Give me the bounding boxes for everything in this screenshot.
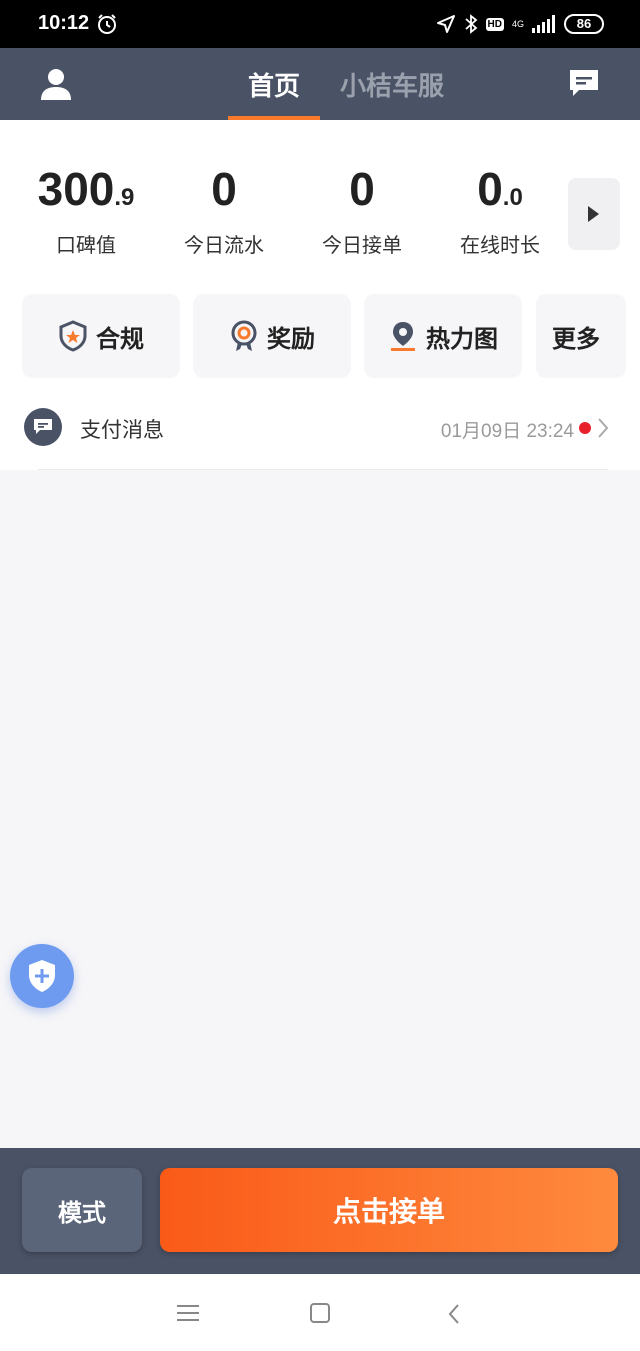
status-icons: HD 4G 86 — [436, 12, 604, 36]
stat-label: 口碑值 — [56, 233, 116, 257]
unread-dot — [579, 422, 591, 434]
bluetooth-icon — [464, 14, 477, 34]
stat-value: 0 — [349, 163, 375, 215]
tab-home[interactable]: 首页 — [248, 66, 300, 103]
chevron-right-icon — [598, 418, 609, 438]
play-arrow-icon — [588, 206, 599, 222]
battery-icon: 86 — [564, 14, 604, 34]
stats-panel: 300.9 口碑值 0 今日流水 0 今日接单 0.0 在线时长 — [0, 120, 640, 276]
message-bubble-icon — [34, 419, 52, 434]
tab-car-service[interactable]: 小桔车服 — [340, 66, 444, 103]
back-chevron-icon[interactable] — [447, 1302, 461, 1326]
action-label: 合规 — [96, 324, 144, 353]
stat-value: 0.0 — [477, 163, 523, 215]
alarm-icon — [98, 14, 116, 34]
safety-shield-button[interactable] — [10, 944, 74, 1008]
stat-value: 0 — [211, 163, 237, 215]
message-time: 01月09日 23:24 — [440, 421, 574, 442]
stat-today-income[interactable]: 0 今日流水 — [164, 162, 284, 258]
accept-order-button[interactable]: 点击接单 — [160, 1168, 618, 1252]
stat-reputation[interactable]: 300.9 口碑值 — [26, 162, 146, 258]
system-nav-bar — [0, 1274, 640, 1351]
hd-voice-icon: HD — [485, 17, 504, 31]
app-header: 首页 小桔车服 — [0, 48, 640, 120]
stat-online-time[interactable]: 0.0 在线时长 — [440, 162, 560, 258]
action-label: 奖励 — [267, 324, 315, 353]
network-type: 4G — [511, 18, 524, 29]
shield-plus-icon — [29, 960, 55, 992]
stat-today-orders[interactable]: 0 今日接单 — [302, 162, 422, 258]
menu-icon[interactable] — [177, 1304, 199, 1322]
action-label: 热力图 — [426, 324, 498, 353]
location-pin-icon — [391, 322, 415, 351]
action-rewards[interactable]: 奖励 — [193, 294, 351, 378]
chat-message-icon[interactable] — [567, 66, 601, 100]
message-title: 支付消息 — [80, 418, 164, 442]
stat-label: 今日接单 — [322, 233, 402, 257]
user-profile-icon[interactable] — [38, 66, 74, 102]
bottom-action-bar: 模式 点击接单 — [0, 1148, 640, 1274]
stat-label: 今日流水 — [184, 233, 264, 257]
message-avatar — [24, 408, 62, 446]
stat-value: 300.9 — [37, 163, 135, 215]
stat-label: 在线时长 — [460, 233, 540, 257]
location-arrow-icon — [436, 15, 455, 33]
action-heatmap[interactable]: 热力图 — [364, 294, 522, 378]
status-bar: 10:12 HD 4G 86 — [0, 0, 640, 48]
shield-star-icon — [59, 320, 87, 352]
mode-button[interactable]: 模式 — [22, 1168, 142, 1252]
divider — [38, 469, 608, 470]
quick-actions: 合规 奖励 热力图 更多 — [0, 276, 640, 394]
signal-icon — [532, 15, 555, 33]
action-label: 更多 — [552, 324, 600, 353]
status-time: 10:12 — [38, 12, 90, 34]
stats-expand-button[interactable] — [568, 178, 620, 250]
payment-message-row[interactable]: 支付消息 01月09日 23:24 — [0, 394, 640, 470]
home-square-icon[interactable] — [310, 1303, 330, 1323]
medal-icon — [231, 320, 257, 351]
action-more[interactable]: 更多 — [536, 294, 626, 378]
action-compliance[interactable]: 合规 — [22, 294, 180, 378]
